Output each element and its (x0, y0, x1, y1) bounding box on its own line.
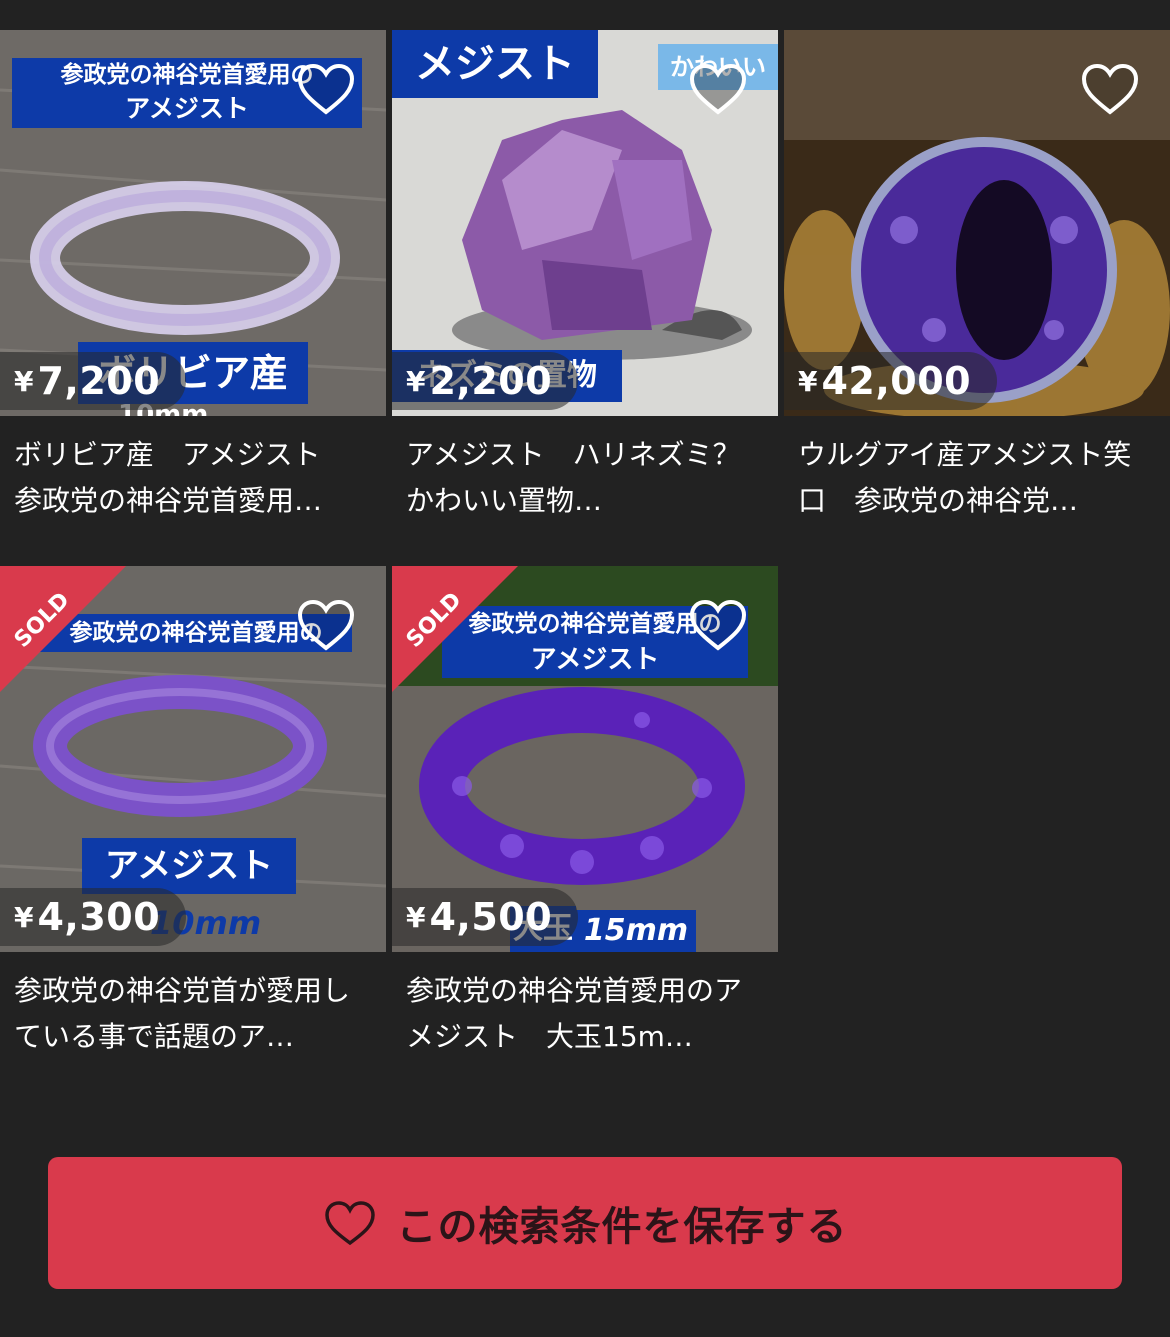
product-title[interactable]: 参政党の神谷党首愛用のアメジスト 大玉15m… (406, 968, 764, 1060)
heart-outline-icon[interactable] (1078, 58, 1142, 122)
heart-outline-icon[interactable] (294, 58, 358, 122)
currency-symbol: ¥ (406, 364, 426, 398)
price-tag: ¥ 4,500 (392, 888, 579, 946)
currency-symbol: ¥ (798, 364, 818, 398)
price-value: 7,200 (37, 359, 161, 403)
product-card[interactable]: ¥ 42,000 ウルグアイ産アメジスト笑口 参政党の神谷党… (784, 30, 1170, 528)
product-image[interactable]: ¥ 42,000 (784, 30, 1170, 416)
currency-symbol: ¥ (14, 900, 34, 934)
heart-outline-icon[interactable] (294, 594, 358, 658)
currency-symbol: ¥ (406, 900, 426, 934)
heart-outline-icon[interactable] (686, 594, 750, 658)
price-value: 4,500 (429, 895, 553, 939)
product-title[interactable]: 参政党の神谷党首が愛用している事で話題のア… (14, 968, 372, 1060)
sold-badge: SOLD (0, 566, 126, 692)
heart-outline-icon[interactable] (686, 58, 750, 122)
price-value: 42,000 (821, 359, 972, 403)
save-search-button[interactable]: この検索条件を保存する (48, 1157, 1122, 1289)
search-results-screen: 参政党の神谷党首愛用の アメジスト ボリビア産 10mm ¥ 7,200 ボリビ… (0, 0, 1170, 1337)
price-tag: ¥ 4,300 (0, 888, 187, 946)
price-tag: ¥ 2,200 (392, 352, 579, 410)
product-card[interactable]: 参政党の神谷党首愛用の アメジスト 大玉 15mm SOLD ¥ 4,500 参… (392, 566, 778, 1064)
product-card[interactable]: 参政党の神谷党首愛用の アメジスト ボリビア産 10mm ¥ 7,200 ボリビ… (0, 30, 386, 528)
save-search-label: この検索条件を保存する (396, 1204, 848, 1250)
product-grid: 参政党の神谷党首愛用の アメジスト ボリビア産 10mm ¥ 7,200 ボリビ… (0, 30, 1170, 1064)
currency-symbol: ¥ (14, 364, 34, 398)
product-image[interactable]: 参政党の神谷党首愛用の アメジスト 大玉 15mm SOLD ¥ 4,500 (392, 566, 778, 952)
price-tag: ¥ 42,000 (784, 352, 998, 410)
product-title[interactable]: アメジスト ハリネズミ？ かわいい置物… (406, 432, 764, 524)
product-image[interactable]: 参政党の神谷党首愛用の アメジスト ボリビア産 10mm ¥ 7,200 (0, 30, 386, 416)
sold-badge: SOLD (392, 566, 518, 692)
product-title[interactable]: ウルグアイ産アメジスト笑口 参政党の神谷党… (798, 432, 1156, 524)
price-value: 2,200 (429, 359, 553, 403)
product-image[interactable]: メジスト かわいい ネズミの置物 ¥ 2,200 (392, 30, 778, 416)
price-value: 4,300 (37, 895, 161, 939)
product-card[interactable]: 参政党の神谷党首愛用の アメジスト 10mm SOLD ¥ 4,300 参政党の… (0, 566, 386, 1064)
image-banner: メジスト (392, 30, 598, 98)
heart-outline-icon (324, 1201, 375, 1246)
product-card[interactable]: メジスト かわいい ネズミの置物 ¥ 2,200 アメジスト ハリネズミ？ かわ… (392, 30, 778, 528)
image-banner: アメジスト (82, 838, 296, 894)
image-banner: 15mm (576, 910, 696, 952)
product-image[interactable]: 参政党の神谷党首愛用の アメジスト 10mm SOLD ¥ 4,300 (0, 566, 386, 952)
product-title[interactable]: ボリビア産 アメジスト 参政党の神谷党首愛用… (14, 432, 372, 524)
price-tag: ¥ 7,200 (0, 352, 187, 410)
